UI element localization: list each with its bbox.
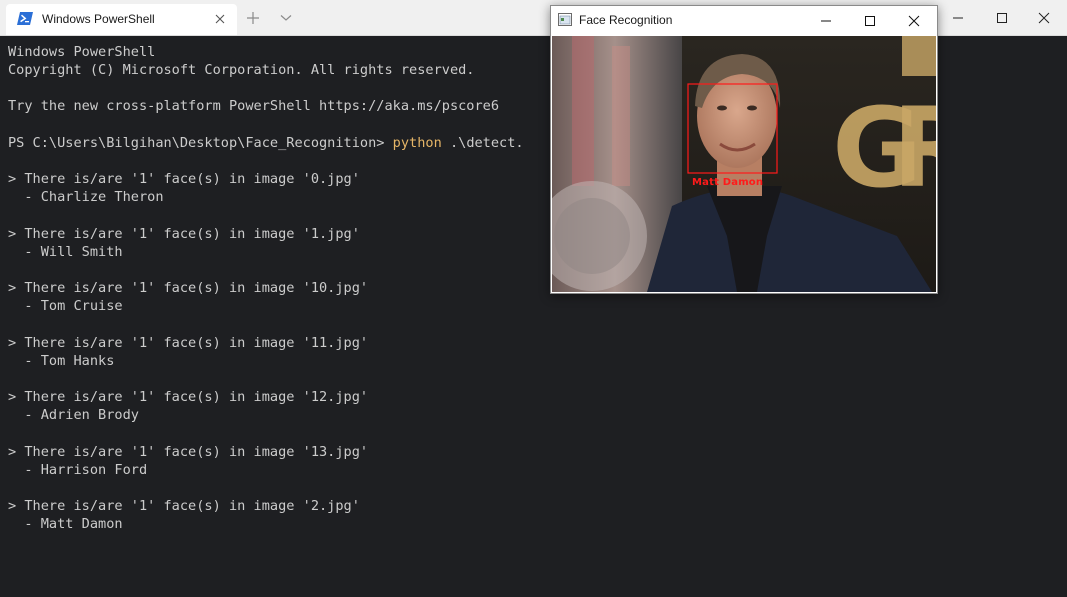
copyright-line: Copyright (C) Microsoft Corporation. All… bbox=[8, 62, 475, 78]
result-line: > There is/are '1' face(s) in image '11.… bbox=[8, 335, 369, 351]
result-name: - Matt Damon bbox=[8, 516, 123, 532]
new-tab-icon[interactable] bbox=[243, 8, 263, 28]
result-line: > There is/are '1' face(s) in image '0.j… bbox=[8, 171, 360, 187]
result-line: > There is/are '1' face(s) in image '1.j… bbox=[8, 226, 360, 242]
command: python bbox=[392, 135, 442, 151]
close-icon[interactable] bbox=[211, 10, 229, 28]
result-line: > There is/are '1' face(s) in image '12.… bbox=[8, 389, 369, 405]
detected-face-label: Matt Damon bbox=[692, 177, 764, 188]
tab-title: Windows PowerShell bbox=[42, 12, 155, 26]
result-name: - Adrien Brody bbox=[8, 407, 139, 423]
face-window-titlebar[interactable]: Face Recognition bbox=[551, 6, 937, 35]
result-line: > There is/are '1' face(s) in image '13.… bbox=[8, 444, 369, 460]
result-name: - Tom Cruise bbox=[8, 298, 123, 314]
minimize-button[interactable] bbox=[935, 0, 981, 35]
result-name: - Charlize Theron bbox=[8, 189, 164, 205]
close-button[interactable] bbox=[1021, 0, 1067, 35]
close-icon bbox=[908, 15, 920, 27]
maximize-icon bbox=[997, 13, 1007, 23]
face-window-title: Face Recognition bbox=[579, 13, 673, 27]
close-icon bbox=[1038, 12, 1050, 24]
app-window-icon bbox=[558, 13, 572, 26]
result-name: - Tom Hanks bbox=[8, 353, 115, 369]
powershell-icon bbox=[17, 12, 33, 25]
result-name: - Will Smith bbox=[8, 244, 123, 260]
minimize-icon bbox=[821, 20, 831, 22]
result-line: > There is/are '1' face(s) in image '2.j… bbox=[8, 498, 360, 514]
face-close-button[interactable] bbox=[892, 6, 936, 35]
try-line: Try the new cross-platform PowerShell ht… bbox=[8, 98, 500, 114]
tab-windows-powershell[interactable]: Windows PowerShell bbox=[6, 4, 237, 35]
command-args: .\detect. bbox=[441, 135, 524, 151]
desktop: Windows PowerShell Windows PowerShell Co… bbox=[0, 0, 1067, 597]
result-name: - Harrison Ford bbox=[8, 462, 148, 478]
header-line: Windows PowerShell bbox=[8, 44, 156, 60]
result-line: > There is/are '1' face(s) in image '10.… bbox=[8, 280, 369, 296]
maximize-button[interactable] bbox=[979, 0, 1025, 35]
face-minimize-button[interactable] bbox=[804, 6, 848, 35]
prompt: PS C:\Users\Bilgihan\Desktop\Face_Recogn… bbox=[8, 135, 393, 151]
prompt-line: PS C:\Users\Bilgihan\Desktop\Face_Recogn… bbox=[8, 134, 524, 152]
svg-text:R: R bbox=[892, 84, 936, 212]
detection-image: G R Matt Damon bbox=[552, 36, 936, 292]
minimize-icon bbox=[953, 17, 963, 19]
maximize-icon bbox=[865, 16, 875, 26]
face-recognition-window[interactable]: Face Recognition G Matt Damon bbox=[550, 5, 938, 294]
chevron-down-icon[interactable] bbox=[276, 8, 296, 28]
detection-photo: G R bbox=[552, 36, 936, 292]
face-maximize-button[interactable] bbox=[848, 6, 892, 35]
